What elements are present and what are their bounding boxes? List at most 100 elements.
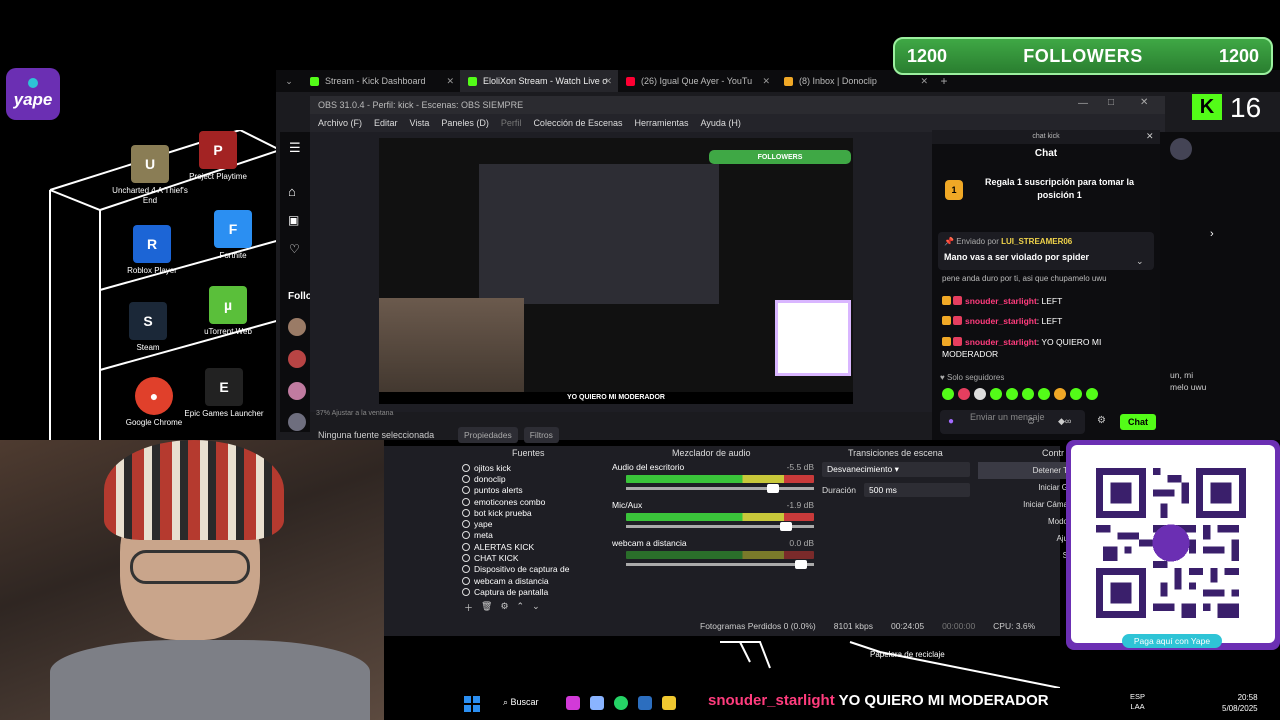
avatar[interactable] — [288, 413, 306, 431]
avatar[interactable] — [1170, 138, 1192, 160]
menu-view[interactable]: Vista — [410, 118, 430, 128]
start-virtual-camera-button[interactable]: Iniciar Cáma — [978, 496, 1068, 513]
source-item[interactable]: ALERTAS KICK — [462, 541, 602, 552]
studio-mode-button[interactable]: Modo — [978, 513, 1068, 530]
close-icon[interactable]: ✕ — [1140, 97, 1148, 108]
source-item[interactable]: donoclip — [462, 473, 602, 484]
minimize-icon[interactable]: — — [1078, 98, 1088, 109]
desktop-icon-steam[interactable]: S Steam — [108, 302, 188, 353]
emote-icon[interactable] — [974, 388, 986, 400]
emote-icon[interactable] — [1006, 388, 1018, 400]
eye-icon[interactable] — [462, 554, 470, 563]
eye-icon[interactable] — [462, 486, 470, 495]
obs-preview-canvas[interactable]: FOLLOWERS YO QUIERO MI MODERADOR — [379, 138, 853, 404]
close-tab-icon[interactable]: ✕ — [920, 76, 928, 87]
close-icon[interactable]: ✕ — [1146, 131, 1154, 142]
taskbar-search[interactable]: ⌕ Buscar — [503, 697, 539, 708]
emote-icon[interactable] — [1022, 388, 1034, 400]
duration-input[interactable]: 500 ms — [864, 483, 970, 497]
close-tab-icon[interactable]: ✕ — [762, 76, 770, 87]
source-item[interactable]: webcam a distancia — [462, 575, 602, 586]
avatar[interactable] — [288, 350, 306, 368]
volume-slider[interactable] — [626, 484, 814, 493]
eye-icon[interactable] — [462, 463, 470, 472]
filters-button[interactable]: Filtros — [523, 427, 559, 443]
recycle-bin[interactable]: Papelera de reciclaje — [870, 650, 945, 660]
gear-icon[interactable]: ⚙ — [500, 601, 508, 614]
slider-handle[interactable] — [780, 522, 793, 531]
menu-scene-collection[interactable]: Colección de Escenas — [533, 118, 622, 128]
menu-profile[interactable]: Perfil — [501, 118, 522, 128]
volume-slider[interactable] — [626, 560, 814, 569]
eye-icon[interactable] — [462, 565, 470, 574]
trash-icon[interactable]: 🗑 — [481, 601, 492, 614]
eye-icon[interactable] — [462, 576, 470, 585]
menu-icon[interactable]: ☰ — [289, 140, 301, 156]
browse-icon[interactable]: ▣ — [288, 213, 299, 227]
source-item[interactable]: emoticones combo — [462, 496, 602, 507]
microphone-icon[interactable]: ● — [948, 416, 954, 427]
emote-icon[interactable] — [1038, 388, 1050, 400]
avatar[interactable] — [288, 318, 306, 336]
eye-icon[interactable] — [462, 508, 470, 517]
menu-help[interactable]: Ayuda (H) — [701, 118, 741, 128]
source-item[interactable]: ojitos kick — [462, 462, 602, 473]
taskbar-clock[interactable]: 20:58 5/08/2025 — [1222, 692, 1258, 714]
tab-elolixon-stream[interactable]: EloliXon Stream - Watch Live o ✕ — [460, 70, 618, 92]
slider-handle[interactable] — [795, 560, 808, 569]
source-item[interactable]: meta — [462, 530, 602, 541]
eye-icon[interactable] — [462, 531, 470, 540]
obs-taskbar-icon[interactable] — [638, 696, 652, 710]
eye-icon[interactable] — [462, 587, 470, 596]
file-explorer-icon[interactable] — [662, 696, 676, 710]
whatsapp-icon[interactable] — [614, 696, 628, 710]
desktop-icon-roblox[interactable]: R Roblox Player — [112, 225, 192, 276]
heart-icon[interactable]: ♡ — [289, 242, 300, 256]
emote-icon[interactable] — [942, 388, 954, 400]
avatar[interactable] — [288, 382, 306, 400]
tab-youtube[interactable]: (26) Igual Que Ayer - YouTu ✕ — [618, 70, 776, 92]
arrow-up-icon[interactable]: ⌃ — [517, 601, 525, 614]
chevron-right-icon[interactable]: › — [1210, 228, 1214, 240]
new-tab-button[interactable]: + — [934, 74, 954, 88]
home-icon[interactable]: ⌂ — [288, 184, 296, 199]
settings-button[interactable]: Aju — [978, 530, 1068, 547]
desktop-icon-project-playtime[interactable]: P Project Playtime — [178, 131, 258, 182]
desktop-icon-chrome[interactable]: ● Google Chrome — [114, 377, 194, 428]
eye-icon[interactable] — [462, 474, 470, 483]
maximize-icon[interactable]: □ — [1108, 97, 1114, 108]
emote-icon[interactable] — [1070, 388, 1082, 400]
arrow-down-icon[interactable]: ⌄ — [532, 601, 540, 614]
windows-start-icon[interactable] — [464, 696, 480, 712]
source-item[interactable]: CHAT KICK — [462, 552, 602, 563]
settings-gear-icon[interactable]: ⚙ — [1097, 415, 1106, 426]
gift-sub-banner[interactable]: 1 Regala 1 suscripción para tomar la pos… — [945, 176, 1150, 212]
close-tab-icon[interactable]: ✕ — [604, 76, 612, 87]
language-indicator[interactable]: ESP LAA — [1130, 692, 1145, 712]
eye-icon[interactable] — [462, 497, 470, 506]
source-item[interactable]: yape — [462, 518, 602, 529]
emoji-icon[interactable]: ☺ — [1026, 416, 1036, 427]
emote-icon[interactable] — [1086, 388, 1098, 400]
slider-handle[interactable] — [767, 484, 779, 493]
source-item[interactable]: Dispositivo de captura de — [462, 564, 602, 575]
eye-icon[interactable] — [462, 520, 470, 529]
desktop-icon-fortnite[interactable]: F Fortnite — [193, 210, 273, 261]
menu-docks[interactable]: Paneles (D) — [441, 118, 489, 128]
desktop-icon-epic[interactable]: E Epic Games Launcher — [184, 368, 264, 419]
source-item[interactable]: bot kick prueba — [462, 507, 602, 518]
send-chat-button[interactable]: Chat — [1120, 414, 1156, 430]
stop-stream-button[interactable]: Detener T — [978, 462, 1068, 479]
properties-button[interactable]: Propiedades — [458, 427, 518, 443]
emote-icon[interactable] — [990, 388, 1002, 400]
menu-file[interactable]: Archivo (F) — [318, 118, 362, 128]
source-item[interactable]: Captura de pantalla — [462, 586, 602, 597]
exit-button[interactable]: S — [978, 547, 1068, 564]
transition-select[interactable]: Desvanecimiento ▾ — [822, 462, 970, 477]
emote-icon[interactable] — [1054, 388, 1066, 400]
add-source-icon[interactable]: ＋ — [464, 601, 473, 614]
app-icon[interactable] — [590, 696, 604, 710]
chevron-down-icon[interactable]: ⌄ — [1136, 256, 1144, 267]
menu-tools[interactable]: Herramientas — [635, 118, 689, 128]
menu-edit[interactable]: Editar — [374, 118, 398, 128]
